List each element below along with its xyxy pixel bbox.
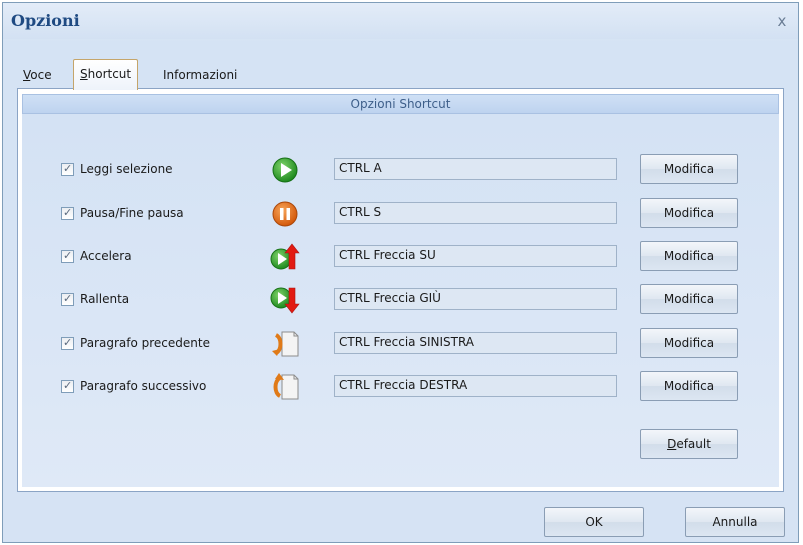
options-dialog: Opzioni x Voce Shortcut Informazioni Opz…	[2, 2, 799, 543]
shortcut-field[interactable]: CTRL A	[334, 158, 617, 180]
checkbox-next-paragraph[interactable]: ✓	[61, 379, 74, 393]
shortcut-row-read-selection: ✓ Leggi selezione CTRL A Modifica	[22, 154, 779, 185]
checkbox-speed-up[interactable]: ✓	[61, 249, 74, 263]
checkbox-read-selection[interactable]: ✓	[61, 162, 74, 176]
checkbox-slow-down[interactable]: ✓	[61, 292, 74, 306]
play-icon	[268, 155, 302, 185]
modify-button[interactable]: Modifica	[640, 284, 738, 314]
shortcut-field[interactable]: CTRL Freccia SU	[334, 245, 617, 267]
tab-shortcut[interactable]: Shortcut	[73, 59, 139, 90]
tab-shortcut-accel: S	[80, 67, 88, 81]
cancel-button[interactable]: Annulla	[685, 507, 785, 537]
default-button-accel: D	[667, 437, 677, 451]
shortcut-field[interactable]: CTRL S	[334, 202, 617, 224]
ok-button[interactable]: OK	[544, 507, 644, 537]
modify-button[interactable]: Modifica	[640, 154, 738, 184]
tab-informazioni-label: Informazioni	[163, 68, 238, 82]
shortcut-options-panel: Opzioni Shortcut ✓ Leggi selezione CTRL …	[17, 88, 784, 492]
modify-button[interactable]: Modifica	[640, 241, 738, 271]
shortcut-row-next-paragraph: ✓ Paragrafo successivo CTRL Freccia DEST…	[22, 371, 779, 402]
tab-informazioni[interactable]: Informazioni	[163, 65, 237, 89]
speed-up-icon	[268, 242, 302, 272]
check-icon: ✓	[63, 249, 73, 262]
previous-paragraph-icon	[268, 329, 302, 359]
row-label: Paragrafo successivo	[80, 379, 207, 393]
row-label: Leggi selezione	[80, 162, 173, 176]
tab-voce[interactable]: Voce	[23, 65, 52, 89]
check-icon: ✓	[63, 162, 73, 175]
close-icon[interactable]: x	[772, 11, 792, 31]
check-icon: ✓	[63, 336, 73, 349]
tab-shortcut-label: hortcut	[87, 67, 132, 81]
default-button[interactable]: Default	[640, 429, 738, 459]
modify-button[interactable]: Modifica	[640, 371, 738, 401]
shortcut-row-pause: ✓ Pausa/Fine pausa CTRL S Modifica	[22, 198, 779, 229]
next-paragraph-icon	[268, 372, 302, 402]
row-label: Accelera	[80, 249, 132, 263]
panel-header: Opzioni Shortcut	[22, 94, 779, 114]
tab-voce-label: oce	[30, 68, 52, 82]
shortcut-row-slow-down: ✓ Rallenta CTRL Freccia GIÙ Modifica	[22, 284, 779, 315]
checkbox-previous-paragraph[interactable]: ✓	[61, 336, 74, 350]
row-label: Rallenta	[80, 292, 130, 306]
default-button-label: efault	[676, 437, 711, 451]
shortcut-field[interactable]: CTRL Freccia SINISTRA	[334, 332, 617, 354]
check-icon: ✓	[63, 379, 73, 392]
title-bar: Opzioni x	[3, 3, 798, 39]
shortcut-field[interactable]: CTRL Freccia DESTRA	[334, 375, 617, 397]
shortcut-field[interactable]: CTRL Freccia GIÙ	[334, 288, 617, 310]
shortcut-row-speed-up: ✓ Accelera CTRL Freccia SU Modifica	[22, 241, 779, 272]
pause-icon	[268, 199, 302, 229]
row-label: Pausa/Fine pausa	[80, 206, 184, 220]
check-icon: ✓	[63, 206, 73, 219]
check-icon: ✓	[63, 292, 73, 305]
dialog-title: Opzioni	[11, 11, 80, 30]
shortcut-row-previous-paragraph: ✓ Paragrafo precedente CTRL Freccia SINI…	[22, 328, 779, 359]
slow-down-icon	[268, 285, 302, 315]
modify-button[interactable]: Modifica	[640, 198, 738, 228]
checkbox-pause[interactable]: ✓	[61, 206, 74, 220]
row-label: Paragrafo precedente	[80, 336, 210, 350]
modify-button[interactable]: Modifica	[640, 328, 738, 358]
panel-body: ✓ Leggi selezione CTRL A Modifica ✓ Paus…	[22, 114, 779, 487]
